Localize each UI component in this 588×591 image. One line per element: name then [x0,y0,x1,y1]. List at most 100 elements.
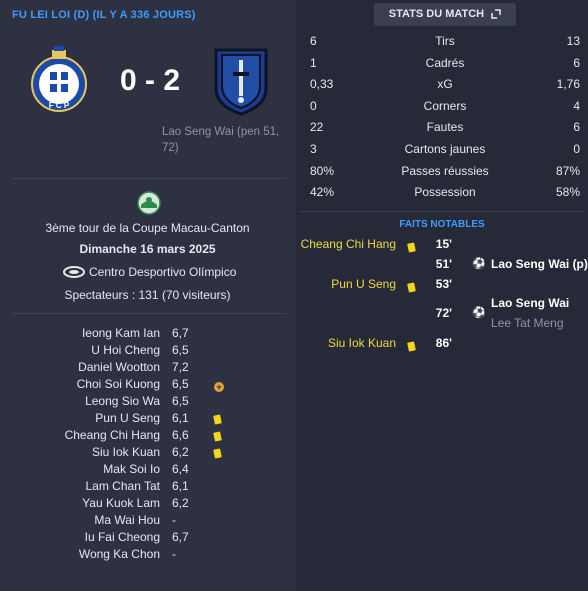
stat-away-value: 1,76 [556,77,580,92]
football-icon: ⚽ [472,307,486,319]
competition-name[interactable]: 3ème tour de la Coupe Macau-Canton [0,221,295,235]
player-rating: 6,5 [172,343,189,357]
player-row[interactable]: Iu Fai Cheong 6,7 [0,530,295,547]
player-name[interactable]: Leong Sio Wa [85,394,160,408]
player-name[interactable]: Ieong Kam Ian [82,326,160,340]
player-event [213,413,222,427]
event-minute: 53' [435,277,452,291]
stat-home-value: 0 [310,98,317,113]
competition-logo [137,191,161,215]
stat-row: Corners 0 4 [310,99,580,120]
home-badge-text: F C P [49,101,70,110]
player-name[interactable]: Yau Kuok Lam [82,496,160,510]
event-assist[interactable]: Lee Tat Meng [491,316,564,330]
player-rating: 6,7 [172,326,189,340]
stat-row: xG 0,33 1,76 [310,77,580,98]
event-player[interactable]: Pun U Seng [331,277,396,291]
player-event: + [214,379,224,393]
stat-home-value: 22 [310,120,324,135]
player-row[interactable]: Pun U Seng 6,1 [0,411,295,428]
player-rating: - [172,547,176,561]
player-rating: 6,6 [172,428,189,442]
stat-label: Possession [414,185,476,200]
player-rating: 6,1 [172,479,189,493]
player-row[interactable]: U Hoi Cheng 6,5 [0,343,295,360]
player-row[interactable]: Ma Wai Hou - [0,513,295,530]
stat-away-value: 6 [573,120,580,135]
divider [300,211,584,212]
player-rating: 6,1 [172,411,189,425]
player-row[interactable]: Yau Kuok Lam 6,2 [0,496,295,513]
divider [12,313,286,314]
player-name[interactable]: Siu Iok Kuan [92,445,160,459]
away-team-badge[interactable] [212,46,270,116]
player-rating: - [172,513,176,527]
event-icon [407,279,416,297]
player-name[interactable]: Lam Chan Tat [86,479,161,493]
player-rating: 6,5 [172,394,189,408]
home-team-badge[interactable]: F C P [30,44,88,116]
yellow-card-icon [213,448,222,459]
player-row[interactable]: Daniel Wootton 7,2 [0,360,295,377]
expand-icon [491,9,501,19]
event-player[interactable]: Lao Seng Wai (p) [491,257,588,271]
stat-row: Cadrés 1 6 [310,56,580,77]
stat-away-value: 4 [573,98,580,113]
stat-row: Cartons jaunes 3 0 [310,142,580,163]
event-icon [407,338,416,356]
player-name[interactable]: U Hoi Cheng [91,343,160,357]
stat-row: Tirs 6 13 [310,34,580,55]
event-minute: 51' [435,257,452,271]
stat-home-value: 6 [310,34,317,48]
goal-scorers: Lao Seng Wai (pen 51, 72) [162,126,280,154]
player-name[interactable]: Cheang Chi Hang [65,428,160,442]
player-row[interactable]: Cheang Chi Hang 6,6 [0,428,295,445]
player-name[interactable]: Wong Ka Chon [79,547,160,561]
stats-button-label: STATS DU MATCH [388,8,485,20]
player-event [213,430,222,444]
player-name[interactable]: Pun U Seng [95,411,160,425]
player-name[interactable]: Daniel Wootton [78,360,160,374]
faits-notables-title: FAITS NOTABLES [399,219,485,230]
match-title: FU LEI LOI (D) (IL Y A 336 JOURS) [12,9,196,21]
stat-away-value: 58% [555,185,580,200]
player-rating: 6,2 [172,445,189,459]
stat-home-value: 0,33 [310,77,334,92]
stat-label: Tirs [435,34,455,48]
stat-row: Passes réussies 80% 87% [310,164,580,185]
player-row[interactable]: Choi Soi Kuong 6,5 + [0,377,295,394]
player-name[interactable]: Choi Soi Kuong [77,377,160,391]
player-rating: 6,2 [172,496,189,510]
stat-label: Passes réussies [401,163,489,178]
stat-label: Corners [423,98,467,113]
event-player[interactable]: Cheang Chi Hang [301,237,396,251]
stat-label: Fautes [426,120,464,135]
player-row[interactable]: Mak Soi Io 6,4 [0,462,295,479]
player-rating: 6,7 [172,530,189,544]
player-event [213,447,222,461]
event-minute: 86' [435,336,452,350]
match-date: Dimanche 16 mars 2025 [79,242,216,256]
stat-row: Fautes 22 6 [310,120,580,141]
event-icon [407,239,416,257]
player-name[interactable]: Mak Soi Io [103,462,160,476]
event-minute: 15' [435,237,452,251]
event-player[interactable]: Siu Iok Kuan [328,336,396,350]
player-rating: 6,5 [172,377,189,391]
event-player[interactable]: Lao Seng Wai [491,296,569,310]
player-row[interactable]: Siu Iok Kuan 6,2 [0,445,295,462]
player-row[interactable]: Wong Ka Chon - [0,547,295,564]
stat-away-value: 13 [566,34,580,48]
player-name[interactable]: Ma Wai Hou [94,513,160,527]
stat-away-value: 87% [555,163,580,178]
substitution-icon: + [214,382,224,392]
yellow-card-icon [213,414,222,425]
player-row[interactable]: Leong Sio Wa 6,5 [0,394,295,411]
match-stats-button[interactable]: STATS DU MATCH [374,3,516,26]
stadium-name[interactable]: Centro Desportivo Olímpico [89,265,236,279]
player-row[interactable]: Ieong Kam Ian 6,7 [0,326,295,343]
stat-label: xG [437,77,453,92]
player-row[interactable]: Lam Chan Tat 6,1 [0,479,295,496]
stat-label: Cadrés [425,55,465,70]
player-name[interactable]: Iu Fai Cheong [85,530,160,544]
